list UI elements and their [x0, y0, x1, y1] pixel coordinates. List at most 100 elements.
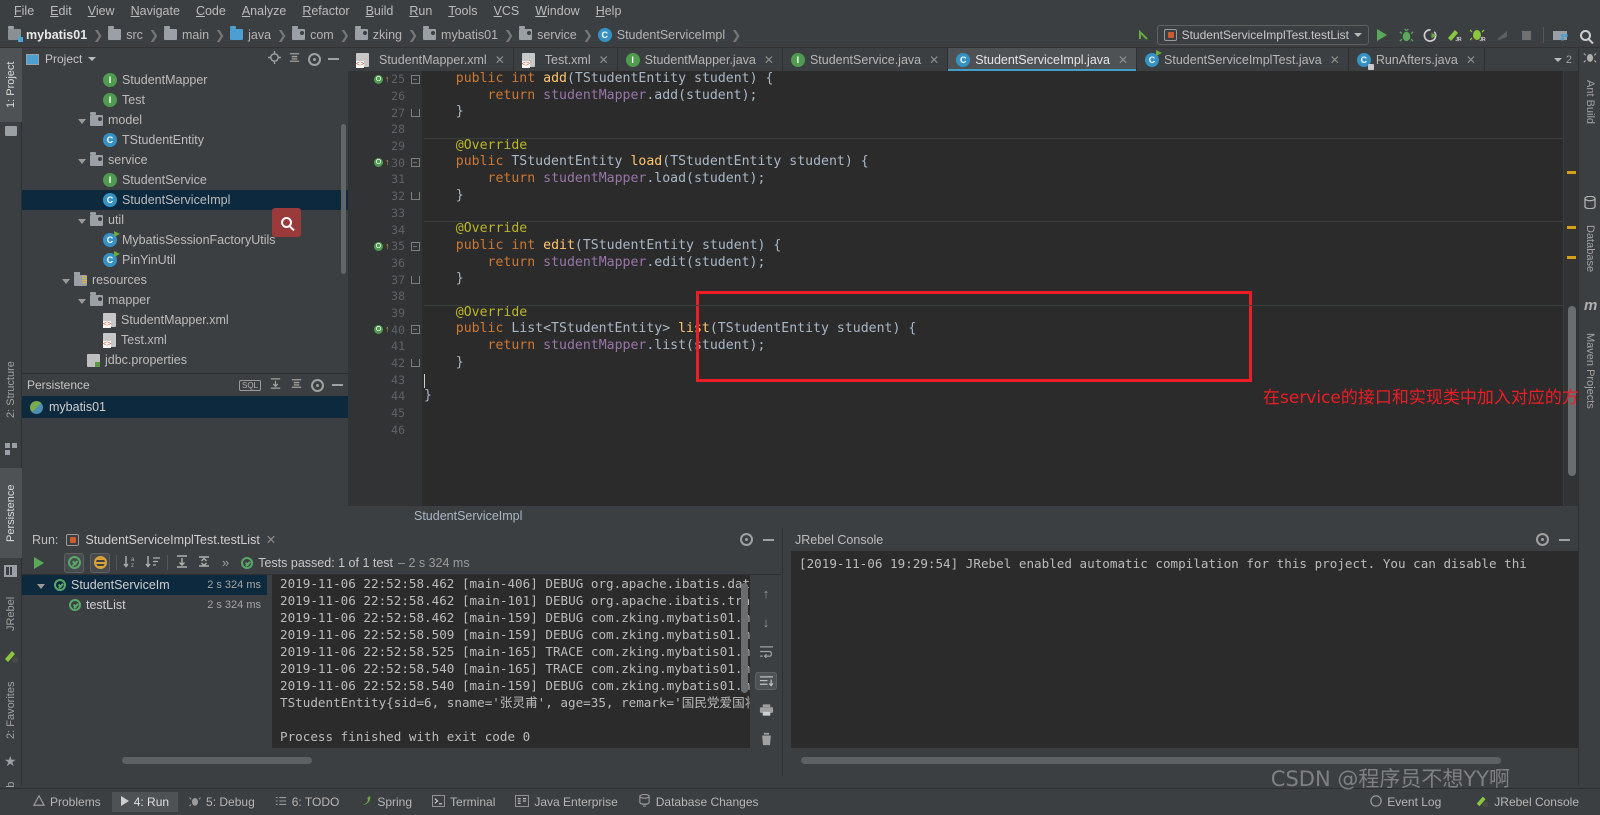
chevron-down-icon[interactable]: [78, 118, 86, 124]
fold-cell[interactable]: −: [408, 238, 422, 255]
run-console[interactable]: 2019-11-06 22:52:58.462 [main-406] DEBUG…: [272, 575, 750, 748]
jrebel-console-button[interactable]: JRebel Console: [1466, 791, 1588, 814]
breadcrumb-item-zking[interactable]: zking ❯: [354, 26, 423, 42]
menu-item-window[interactable]: Window: [527, 2, 587, 20]
print-icon[interactable]: [755, 702, 777, 719]
breadcrumb-item-java[interactable]: java ❯: [230, 26, 292, 42]
project-tree-item[interactable]: C StudentServiceImpl: [22, 190, 348, 210]
persistence-item[interactable]: mybatis01: [22, 396, 348, 418]
project-tree-item[interactable]: I StudentMapper: [22, 70, 348, 90]
menu-item-help[interactable]: Help: [588, 2, 630, 20]
test-tree-item[interactable]: StudentServiceIm 2 s 324 ms: [22, 575, 267, 595]
statusbar-6-todo[interactable]: 6: TODO: [266, 792, 349, 813]
project-tree-item[interactable]: mapper: [22, 290, 348, 310]
event-log-button[interactable]: Event Log: [1361, 792, 1450, 813]
breadcrumb-item-com[interactable]: com ❯: [292, 26, 355, 42]
collapse-all-icon[interactable]: [290, 377, 303, 393]
editor-tab-studentmapper-java[interactable]: I StudentMapper.java ✕: [618, 48, 783, 71]
tool-window-persistence[interactable]: Persistence: [0, 468, 22, 558]
hide-icon[interactable]: [1559, 538, 1570, 541]
chevron-down-icon[interactable]: [88, 57, 97, 61]
show-passed-toggle[interactable]: [64, 552, 84, 573]
statusbar-4-run[interactable]: 4: Run: [111, 792, 179, 812]
chevron-down-icon[interactable]: [37, 583, 45, 589]
collapse-all-icon[interactable]: [288, 51, 301, 67]
more-button[interactable]: »: [222, 555, 229, 570]
sql-icon[interactable]: SQL: [238, 379, 261, 391]
menu-item-run[interactable]: Run: [401, 2, 440, 20]
editor-tab-studentserviceimpl-java[interactable]: C StudentServiceImpl.java ✕: [948, 48, 1138, 71]
sort-alphabetically-button[interactable]: az: [123, 554, 139, 572]
gear-icon[interactable]: [740, 533, 753, 546]
breadcrumb-item-studentserviceimpl[interactable]: C StudentServiceImpl ❯: [597, 27, 746, 42]
statusbar-database-changes[interactable]: Database Changes: [629, 791, 768, 813]
stop-button[interactable]: [1515, 25, 1537, 45]
project-tree-item[interactable]: service: [22, 150, 348, 170]
close-icon[interactable]: ✕: [1118, 53, 1128, 67]
scroll-up-icon[interactable]: ↑: [755, 585, 777, 602]
jrebel-console[interactable]: [2019-11-06 19:29:54] JRebel enabled aut…: [791, 551, 1578, 748]
override-gutter-icon[interactable]: O ↑: [374, 71, 396, 88]
fold-collapse-icon[interactable]: −: [410, 241, 420, 251]
close-icon[interactable]: ✕: [1330, 53, 1340, 67]
back-arrow-icon[interactable]: [1133, 25, 1155, 45]
editor-tab-overflow[interactable]: 2: [1548, 48, 1578, 71]
debug-button[interactable]: [1395, 25, 1417, 45]
menu-item-tools[interactable]: Tools: [440, 2, 485, 20]
menu-item-analyze[interactable]: Analyze: [234, 2, 294, 20]
menu-item-code[interactable]: Code: [188, 2, 234, 20]
project-tree-item[interactable]: C TStudentEntity: [22, 130, 348, 150]
project-tree-item[interactable]: Test.xml: [22, 330, 348, 350]
expand-all-icon[interactable]: [269, 377, 282, 393]
collapse-all-button[interactable]: [196, 554, 212, 572]
project-structure-button[interactable]: [1550, 25, 1572, 45]
search-everywhere-button[interactable]: [1574, 25, 1596, 45]
fold-collapse-icon[interactable]: −: [410, 74, 420, 84]
soft-wrap-icon[interactable]: [755, 643, 777, 660]
menu-item-navigate[interactable]: Navigate: [123, 2, 188, 20]
tool-window-structure[interactable]: 2: Structure: [0, 348, 22, 432]
fold-cell[interactable]: [408, 104, 422, 121]
fold-cell[interactable]: [408, 355, 422, 372]
breadcrumb-item-main[interactable]: main ❯: [163, 26, 230, 42]
tool-window-project[interactable]: 1: Project: [0, 48, 22, 122]
jrebel-run-button[interactable]: JR: [1443, 25, 1465, 45]
project-tree-item[interactable]: resources: [22, 270, 348, 290]
close-icon[interactable]: ✕: [599, 53, 609, 67]
breadcrumb-item-mybatis01[interactable]: mybatis01 ❯: [8, 26, 108, 42]
project-tree-item[interactable]: C PinYinUtil: [22, 250, 348, 270]
fold-end-icon[interactable]: [410, 108, 420, 117]
statusbar-spring[interactable]: Spring: [350, 791, 421, 813]
chevron-down-icon[interactable]: [78, 298, 86, 304]
statusbar-terminal[interactable]: Terminal: [423, 792, 504, 813]
fold-cell[interactable]: −: [408, 71, 422, 88]
scroll-to-end-icon[interactable]: [755, 672, 777, 690]
scroll-down-icon[interactable]: ↓: [755, 614, 777, 631]
gear-icon[interactable]: [1536, 533, 1549, 546]
tool-window-maven-projects[interactable]: Maven Projects: [1579, 318, 1600, 423]
expand-all-button[interactable]: [174, 554, 190, 572]
fold-end-icon[interactable]: [410, 275, 420, 284]
project-scrollbar[interactable]: [341, 124, 346, 274]
code-folding-gutter[interactable]: − − − −: [408, 71, 422, 525]
project-tree-item[interactable]: I Test: [22, 90, 348, 110]
tool-window-favorites[interactable]: 2: Favorites: [0, 670, 22, 750]
fold-collapse-icon[interactable]: −: [410, 325, 420, 335]
attach-profiler-button[interactable]: [1491, 25, 1513, 45]
menu-item-vcs[interactable]: VCS: [486, 2, 528, 20]
close-icon[interactable]: ✕: [495, 53, 505, 67]
close-icon[interactable]: ✕: [764, 53, 774, 67]
hide-icon[interactable]: [763, 538, 774, 541]
project-tree-item[interactable]: StudentMapper.xml: [22, 310, 348, 330]
editor-tab-studentservice-java[interactable]: I StudentService.java ✕: [783, 48, 949, 71]
fold-cell[interactable]: −: [408, 154, 422, 171]
clear-all-icon[interactable]: [755, 731, 777, 748]
editor-tab-test-xml[interactable]: Test.xml ✕: [514, 48, 618, 71]
fold-cell[interactable]: [408, 271, 422, 288]
run-tab[interactable]: StudentServiceImplTest.testList ✕: [66, 532, 276, 547]
override-gutter-icon[interactable]: O ↑: [374, 155, 396, 172]
tool-window-ant-build[interactable]: Ant Build: [1579, 66, 1600, 138]
chevron-down-icon[interactable]: [1553, 57, 1562, 62]
project-tree-item[interactable]: jdbc.properties: [22, 350, 348, 370]
editor-tab-studentmapper-xml[interactable]: StudentMapper.xml ✕: [348, 48, 514, 71]
